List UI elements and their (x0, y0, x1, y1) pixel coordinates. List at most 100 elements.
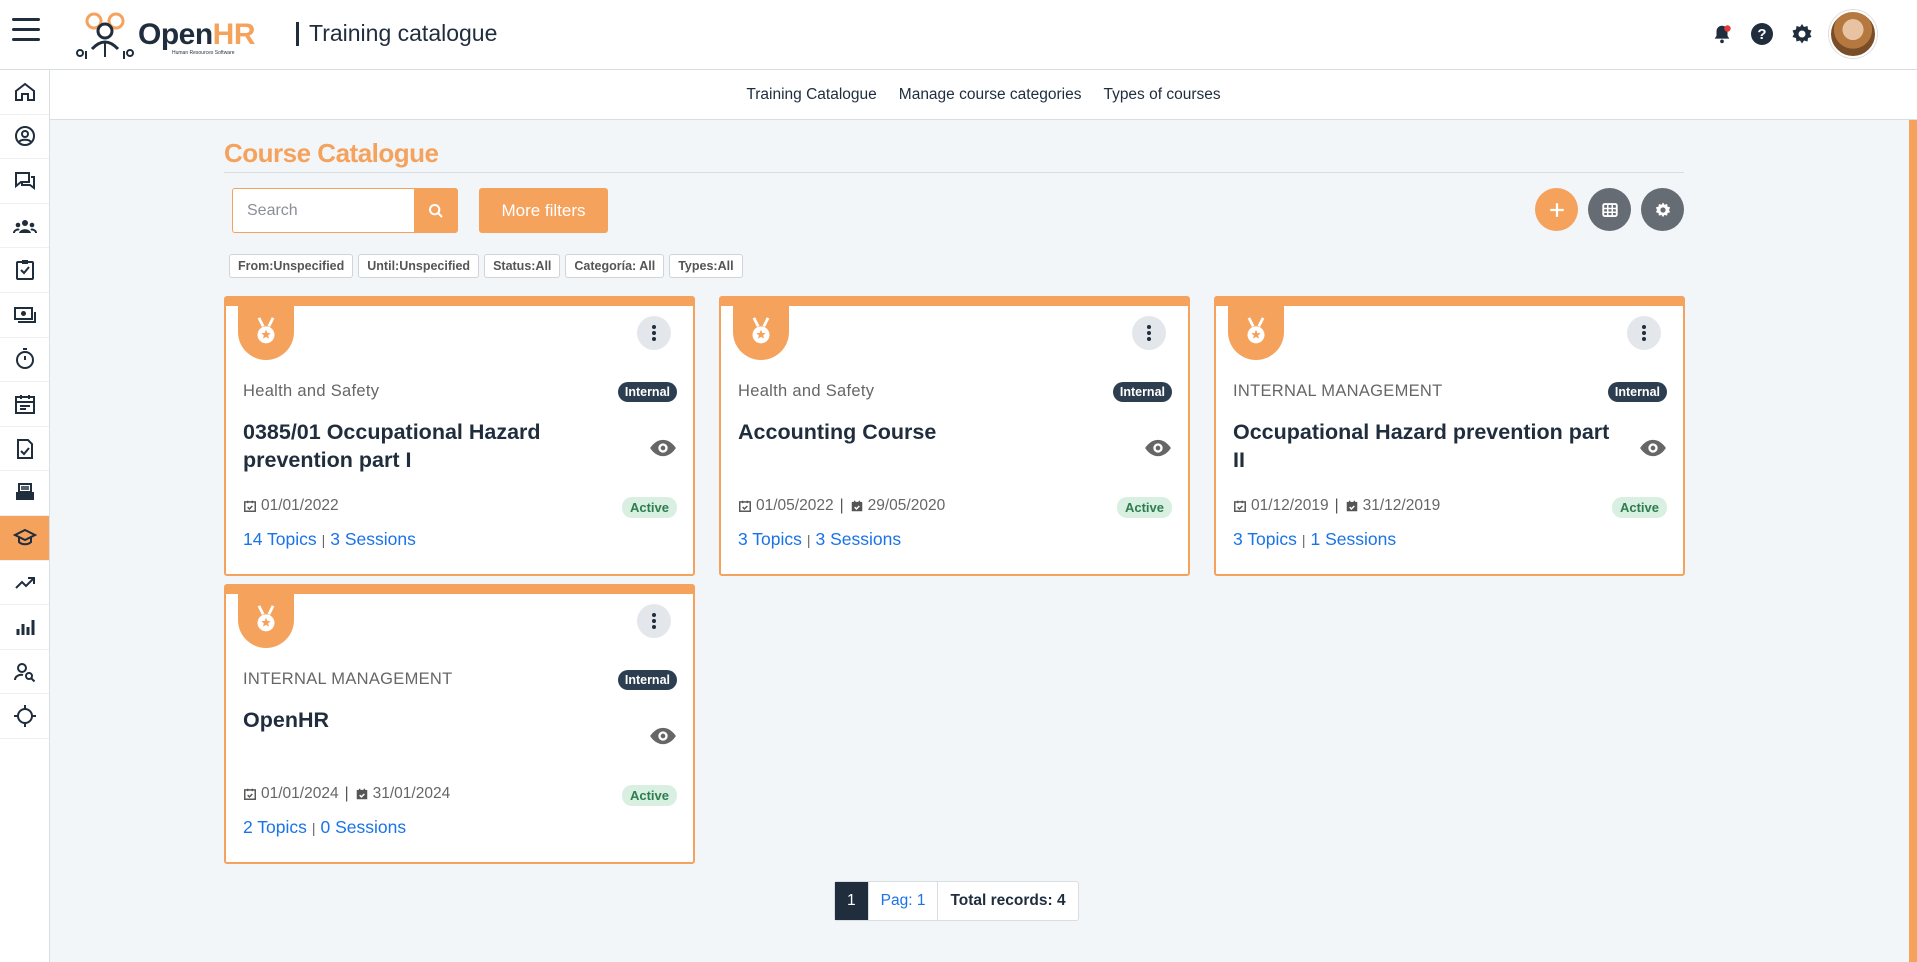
active-filters: From:Unspecified Until:Unspecified Statu… (229, 254, 743, 278)
course-type-badge: Internal (617, 670, 677, 690)
view-eye-icon[interactable] (1639, 434, 1667, 462)
course-dates: 01/01/2022 (243, 497, 339, 515)
sidebar-item-evaluations[interactable] (0, 427, 49, 472)
course-start-date: 01/12/2019 (1251, 497, 1329, 514)
course-title[interactable]: OpenHR (243, 706, 633, 734)
sidebar-item-objectives[interactable] (0, 694, 49, 739)
card-menu-button[interactable] (1627, 316, 1661, 350)
course-title[interactable]: 0385/01 Occupational Hazard prevention p… (243, 418, 633, 474)
printer-icon (15, 483, 34, 501)
topics-link[interactable]: 3 Topics (738, 529, 802, 550)
calendar-icon (14, 394, 35, 414)
trend-icon (14, 577, 35, 590)
sidebar-item-home[interactable] (0, 70, 49, 115)
add-course-button[interactable] (1535, 188, 1578, 231)
sidebar-item-expenses[interactable] (0, 471, 49, 516)
view-eye-icon[interactable] (649, 434, 677, 462)
course-end-date: 31/12/2019 (1362, 497, 1441, 514)
course-title[interactable]: Occupational Hazard prevention part II (1233, 418, 1623, 474)
search-input[interactable] (232, 188, 414, 233)
sidebar-item-payroll[interactable] (0, 293, 49, 338)
sidebar-item-calendar[interactable] (0, 382, 49, 427)
logo-wordmark: OpenHR (138, 18, 256, 51)
card-menu-button[interactable] (1132, 316, 1166, 350)
sessions-link[interactable]: 3 Sessions (330, 529, 416, 550)
subnav-types-of-courses[interactable]: Types of courses (1103, 86, 1220, 104)
topics-link[interactable]: 3 Topics (1233, 529, 1297, 550)
search-group (232, 188, 458, 233)
graduation-cap-icon (12, 528, 37, 545)
card-menu-button[interactable] (637, 604, 671, 638)
plus-icon (1549, 202, 1564, 217)
openhr-logo[interactable]: OpenHR Human Resources Software (76, 8, 266, 62)
search-button[interactable] (414, 188, 458, 233)
course-end-date: 31/01/2024 (372, 785, 451, 802)
table-view-button[interactable] (1588, 188, 1631, 231)
page-indicator[interactable]: Pag: 1 (869, 882, 939, 920)
course-card[interactable]: Health and Safety Internal Accounting Co… (719, 296, 1190, 576)
course-start-date: 01/01/2024 (261, 785, 339, 802)
sidebar-item-reports[interactable] (0, 605, 49, 650)
notifications-bell-icon[interactable] (1709, 21, 1735, 47)
sidebar-item-time[interactable] (0, 338, 49, 383)
filter-chip-types[interactable]: Types:All (669, 254, 743, 278)
filter-chip-category[interactable]: Categoría: All (565, 254, 665, 278)
logo-people-icon (76, 12, 134, 59)
sub-navigation: Training Catalogue Manage course categor… (50, 70, 1917, 120)
subnav-manage-course-categories[interactable]: Manage course categories (899, 86, 1082, 104)
course-category: INTERNAL MANAGEMENT (243, 670, 453, 688)
payroll-icon (13, 306, 36, 323)
medal-icon (238, 592, 294, 648)
bar-chart-icon (16, 619, 34, 635)
svg-text:?: ? (1757, 26, 1766, 43)
settings-gear-icon[interactable] (1789, 21, 1815, 47)
course-dates: 01/05/2022 | 29/05/2020 (738, 497, 945, 515)
medal-icon (1228, 304, 1284, 360)
settings-button[interactable] (1641, 188, 1684, 231)
sidebar-item-tasks[interactable] (0, 248, 49, 293)
page-title: Training catalogue (296, 20, 497, 47)
user-circle-icon (14, 126, 35, 147)
hamburger-menu-icon[interactable] (12, 18, 40, 42)
topics-link[interactable]: 2 Topics (243, 817, 307, 838)
status-badge: Active (1116, 497, 1172, 518)
stopwatch-icon (15, 348, 34, 370)
status-badge: Active (621, 785, 677, 806)
more-filters-button[interactable]: More filters (479, 188, 608, 233)
course-card[interactable]: INTERNAL MANAGEMENT Internal OpenHR 01/0… (224, 584, 695, 864)
user-avatar[interactable] (1829, 10, 1877, 58)
sessions-link[interactable]: 3 Sessions (816, 529, 902, 550)
card-menu-button[interactable] (637, 316, 671, 350)
chat-icon (14, 171, 35, 190)
course-start-date: 01/05/2022 (756, 497, 834, 514)
course-dates: 01/12/2019 | 31/12/2019 (1233, 497, 1440, 515)
course-card[interactable]: Health and Safety Internal 0385/01 Occup… (224, 296, 695, 576)
sidebar-item-profile[interactable] (0, 115, 49, 160)
filter-chip-until[interactable]: Until:Unspecified (358, 254, 480, 278)
sessions-link[interactable]: 1 Sessions (1311, 529, 1397, 550)
title-divider (224, 172, 1684, 173)
gear-icon (1655, 202, 1670, 217)
sidebar-item-team[interactable] (0, 204, 49, 249)
sidebar-item-messages[interactable] (0, 159, 49, 204)
filter-chip-from[interactable]: From:Unspecified (229, 254, 354, 278)
page-1-button[interactable]: 1 (835, 882, 869, 920)
sidebar-item-recruitment[interactable] (0, 650, 49, 695)
document-check-icon (16, 438, 33, 459)
sessions-link[interactable]: 0 Sessions (321, 817, 407, 838)
topics-link[interactable]: 14 Topics (243, 529, 317, 550)
course-title[interactable]: Accounting Course (738, 418, 1128, 446)
medal-icon (238, 304, 294, 360)
pagination: 1 Pag: 1 Total records: 4 (834, 881, 1079, 921)
course-card[interactable]: INTERNAL MANAGEMENT Internal Occupationa… (1214, 296, 1685, 576)
sidebar-item-performance[interactable] (0, 561, 49, 606)
help-icon[interactable]: ? (1749, 21, 1775, 47)
filter-chip-status[interactable]: Status:All (484, 254, 561, 278)
course-dates: 01/01/2024 | 31/01/2024 (243, 785, 450, 803)
view-eye-icon[interactable] (1144, 434, 1172, 462)
subnav-training-catalogue[interactable]: Training Catalogue (746, 86, 876, 104)
logo-subtitle: Human Resources Software (172, 50, 235, 56)
view-eye-icon[interactable] (649, 722, 677, 750)
sidebar-item-training[interactable] (0, 515, 49, 561)
sidebar (0, 70, 50, 962)
